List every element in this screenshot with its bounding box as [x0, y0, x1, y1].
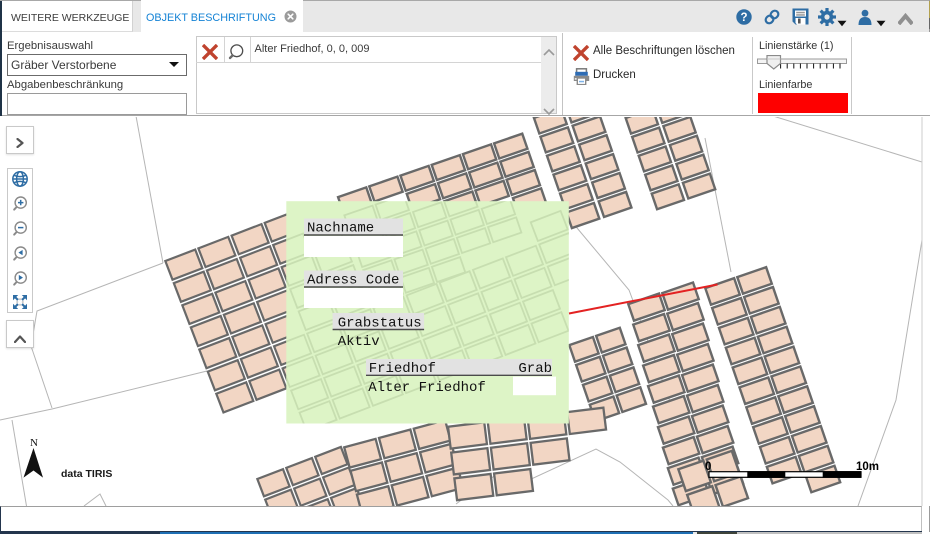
svg-text:Friedhof: Friedhof: [369, 361, 436, 377]
svg-text:Alter Friedhof: Alter Friedhof: [368, 380, 486, 396]
svg-text:data TIRIS: data TIRIS: [61, 468, 112, 480]
svg-text:Adress Code: Adress Code: [307, 273, 399, 289]
svg-text:Grabstatus: Grabstatus: [338, 316, 422, 332]
svg-text:Nachname: Nachname: [307, 221, 374, 237]
svg-text:Grab: Grab: [518, 361, 552, 377]
svg-text:?: ?: [740, 12, 747, 24]
svg-text:Aktiv: Aktiv: [338, 334, 380, 350]
svg-text:N: N: [30, 437, 38, 449]
